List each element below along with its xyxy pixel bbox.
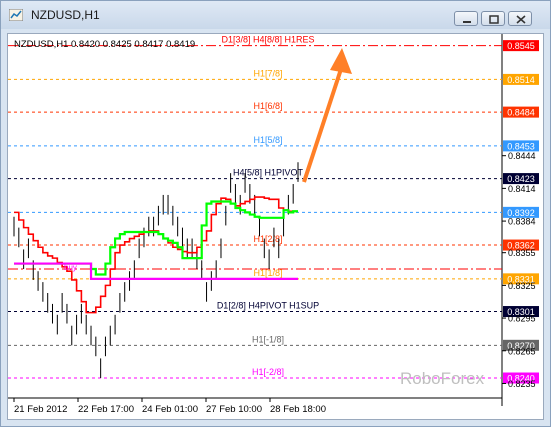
y-tick-14: 0.8295 (508, 314, 536, 324)
x-tick-2: 24 Feb 01:00 (142, 404, 198, 415)
level-label-10: H1[-2/8] (252, 367, 284, 377)
y-tick-18: 0.8235 (508, 379, 536, 389)
level-label-4: H4[5/8] H1PIVOT (233, 168, 304, 178)
level-label-0: D1[3/8] H4[8/8] H1RES (221, 35, 314, 45)
buy-annotation: buy (64, 263, 77, 272)
close-icon (516, 15, 526, 24)
x-tick-4: 28 Feb 18:00 (270, 404, 326, 415)
chart-window: NZDUSD,H1 D1[3/8] H4[8/8] H1RES 0.8545 H1[… (0, 0, 551, 427)
level-label-8: D1[2/8] H4PIVOT H1SUP (217, 301, 319, 311)
y-tick-16: 0.8265 (508, 346, 536, 356)
minimize-icon (463, 21, 471, 23)
restore-icon (489, 15, 499, 24)
level-price-4: 0.8423 (507, 174, 535, 184)
y-tick-12: 0.8325 (508, 281, 536, 291)
level-price-0: 0.8545 (507, 41, 535, 51)
price-chart[interactable]: D1[3/8] H4[8/8] H1RES 0.8545 H1[7/8] 0.8514… (7, 33, 544, 420)
y-tick-4: 0.8444 (508, 151, 536, 161)
x-tick-3: 27 Feb 10:00 (206, 404, 262, 415)
y-tick-6: 0.8414 (508, 184, 536, 194)
level-label-1: H1[7/8] (253, 68, 282, 78)
minimize-button[interactable] (454, 11, 478, 26)
restore-button[interactable] (481, 11, 505, 26)
level-price-2: 0.8484 (507, 108, 535, 118)
level-label-3: H1[5/8] (253, 135, 282, 145)
roboforex-watermark: RoboForex (400, 369, 485, 388)
level-price-1: 0.8514 (507, 75, 535, 85)
y-tick-10: 0.8355 (508, 248, 536, 258)
symbol-info: NZDUSD,H1 0.8420 0.8425 0.8417 0.8419 (14, 39, 195, 50)
chart-app-icon (9, 9, 23, 21)
level-price-3: 0.8453 (507, 141, 535, 151)
window-title: NZDUSD,H1 (31, 8, 100, 22)
title-bar[interactable]: NZDUSD,H1 (1, 1, 550, 29)
x-tick-1: 22 Feb 17:00 (78, 404, 134, 415)
level-label-6: H1[2/8] (253, 234, 282, 244)
chart-canvas: D1[3/8] H4[8/8] H1RES 0.8545 H1[7/8] 0.8514… (8, 34, 543, 419)
x-tick-0: 21 Feb 2012 (14, 404, 67, 415)
y-tick-8: 0.8384 (508, 217, 536, 227)
close-button[interactable] (508, 11, 532, 26)
level-label-2: H1[6/8] (253, 101, 282, 111)
level-label-9: H1[-1/8] (252, 334, 284, 344)
